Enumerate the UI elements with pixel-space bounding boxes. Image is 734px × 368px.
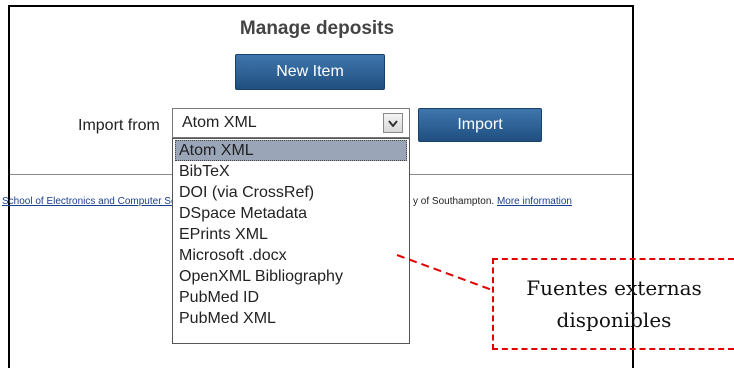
callout-line-1: Fuentes externas <box>526 276 702 300</box>
callout-line-2: disponibles <box>556 308 672 332</box>
annotation-callout: Fuentes externas disponibles <box>492 258 734 350</box>
